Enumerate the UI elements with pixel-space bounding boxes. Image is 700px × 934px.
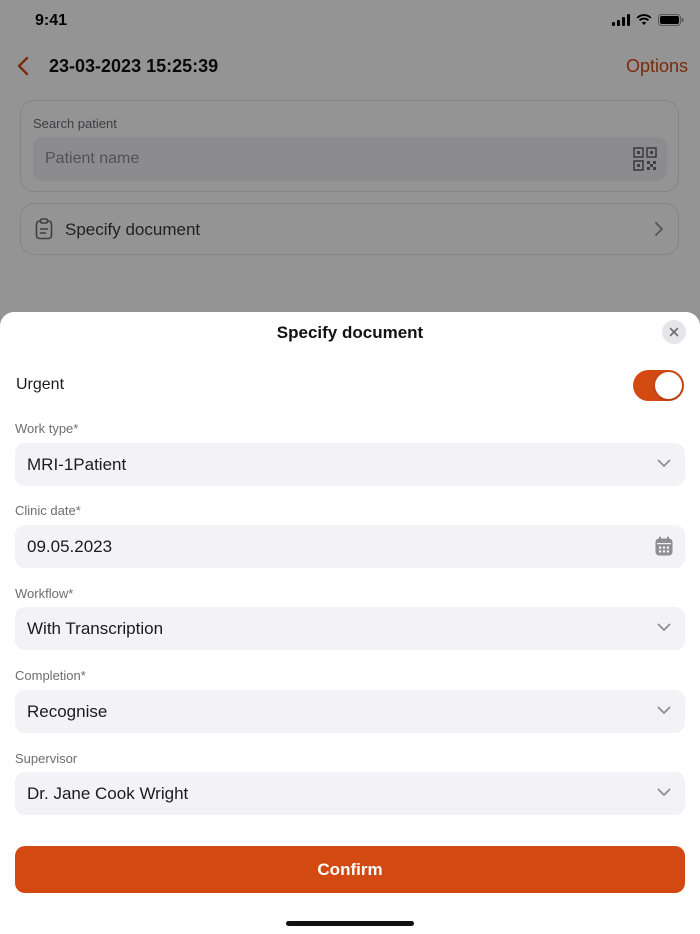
close-icon	[669, 327, 679, 337]
workflow-value: With Transcription	[27, 619, 164, 638]
supervisor-value: Dr. Jane Cook Wright	[27, 784, 189, 803]
workflow-select[interactable]: With Transcription	[15, 607, 685, 650]
workflow-label: Workflow*	[15, 586, 74, 601]
chevron-down-icon	[657, 706, 671, 714]
urgent-row: Urgent	[16, 370, 684, 402]
home-indicator	[286, 921, 414, 926]
urgent-toggle[interactable]	[633, 370, 684, 401]
close-button[interactable]	[662, 320, 686, 344]
confirm-button[interactable]: Confirm	[15, 846, 685, 893]
work-type-label: Work type*	[15, 421, 79, 436]
chevron-down-icon	[657, 788, 671, 796]
clinic-date-label: Clinic date*	[15, 503, 81, 518]
specify-document-sheet: Specify document Urgent Work type* MRI-1…	[0, 312, 700, 934]
clinic-date-value: 09.05.2023	[27, 537, 113, 556]
completion-label: Completion*	[15, 668, 86, 683]
work-type-value: MRI-1Patient	[27, 455, 127, 474]
completion-value: Recognise	[27, 702, 108, 721]
completion-select[interactable]: Recognise	[15, 690, 685, 733]
chevron-down-icon	[657, 459, 671, 467]
supervisor-select[interactable]: Dr. Jane Cook Wright	[15, 772, 685, 815]
clinic-date-field[interactable]: 09.05.2023	[15, 525, 685, 568]
urgent-label: Urgent	[16, 376, 65, 393]
work-type-select[interactable]: MRI-1Patient	[15, 443, 685, 486]
toggle-knob	[655, 372, 682, 399]
calendar-icon[interactable]	[655, 536, 673, 556]
chevron-down-icon	[657, 623, 671, 631]
supervisor-label: Supervisor	[15, 751, 78, 766]
confirm-label: Confirm	[317, 859, 383, 879]
sheet-title: Specify document	[276, 323, 424, 342]
